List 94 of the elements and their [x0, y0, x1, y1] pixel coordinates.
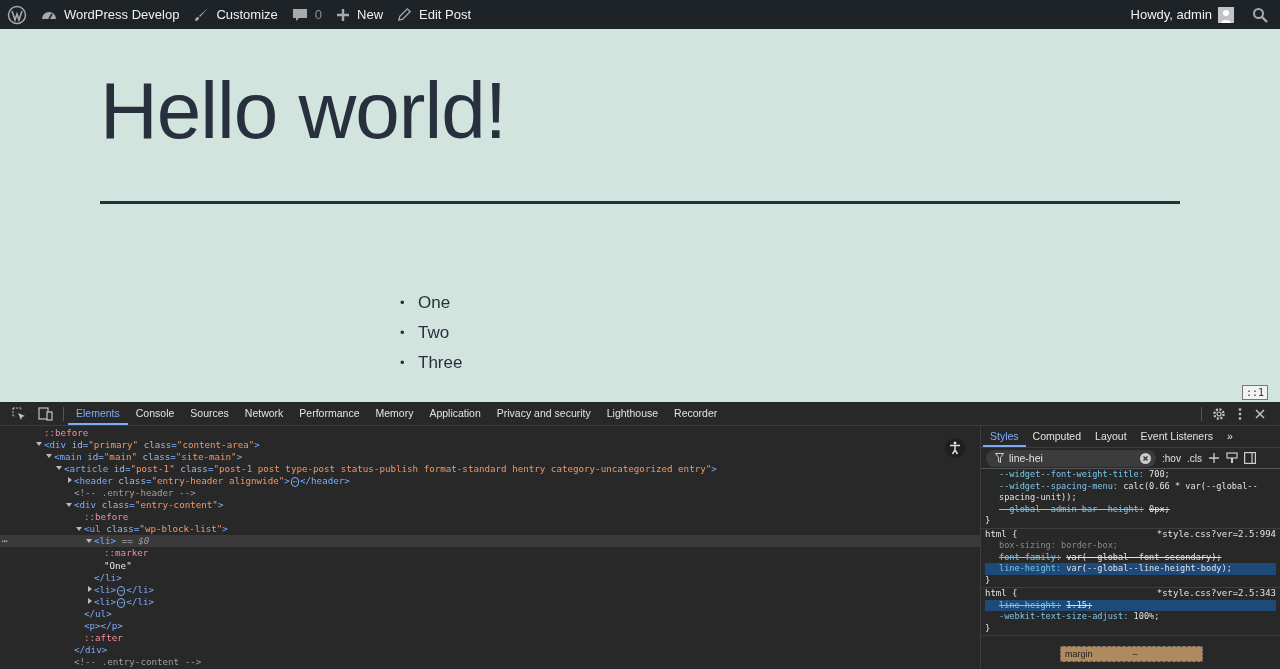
- margin-value: –: [1132, 649, 1138, 659]
- list-bullet: •: [400, 294, 406, 312]
- clear-icon[interactable]: [1140, 452, 1151, 464]
- source-link[interactable]: *style.css?ver=2.5:994: [1156, 528, 1276, 540]
- list-item: One: [418, 292, 451, 314]
- dom-node[interactable]: <div id="primary" class="content-area">: [44, 438, 260, 450]
- expand-toggle[interactable]: [68, 477, 72, 484]
- expand-toggle[interactable]: [76, 526, 82, 531]
- brush-icon: [193, 6, 210, 23]
- sidebar-tab[interactable]: Computed: [1025, 426, 1089, 447]
- dom-node[interactable]: <main id="main" class="site-main">: [54, 450, 243, 462]
- closing-tag[interactable]: </div>: [74, 644, 108, 656]
- admin-bar-link[interactable]: WordPress Develop: [41, 6, 180, 23]
- sidebar-tab[interactable]: Event Listeners: [1133, 426, 1220, 447]
- search-icon[interactable]: [1252, 6, 1268, 23]
- expand-toggle[interactable]: [88, 586, 92, 593]
- sidebar-tab[interactable]: Layout: [1088, 426, 1134, 447]
- class-button[interactable]: .cls: [1186, 452, 1202, 464]
- settings-icon[interactable]: [1212, 406, 1226, 421]
- rule-brace: }: [985, 515, 992, 527]
- admin-bar-link[interactable]: Edit Post: [397, 7, 472, 22]
- closing-tag[interactable]: </li>: [94, 571, 122, 583]
- dom-node[interactable]: <p></p>: [84, 620, 123, 632]
- dom-node[interactable]: ::after: [84, 632, 123, 644]
- css-selector: html {: [985, 588, 1018, 600]
- list-bullet: •: [400, 324, 406, 342]
- panel-tab[interactable]: Memory: [367, 402, 422, 425]
- panel-tab[interactable]: Privacy and security: [488, 402, 599, 425]
- dom-node[interactable]: ::before: [44, 426, 89, 438]
- list-item: Two: [418, 322, 450, 344]
- dom-node[interactable]: ::marker: [104, 547, 149, 559]
- dom-node[interactable]: <ul class="wp-block-list">: [84, 523, 228, 535]
- admin-bar-link[interactable]: New: [336, 7, 384, 22]
- filter-icon: [995, 453, 1004, 463]
- css-declaration[interactable]: line-height: var(--global--line-height-body);: [985, 563, 1276, 575]
- more-tabs-button[interactable]: »: [1219, 426, 1240, 447]
- expand-toggle[interactable]: [86, 538, 92, 543]
- speech-bubble-icon: [291, 6, 308, 23]
- close-icon[interactable]: [1254, 407, 1266, 420]
- dom-node[interactable]: ::before: [84, 511, 129, 523]
- sidebar-toggle-icon[interactable]: [1243, 452, 1256, 464]
- plus-icon: [336, 7, 351, 22]
- closing-tag[interactable]: </ul>: [84, 607, 112, 619]
- list-item: Three: [418, 352, 463, 374]
- dom-node[interactable]: "One": [104, 559, 132, 571]
- css-declaration[interactable]: -webkit-text-size-adjust: 100%;: [985, 611, 1276, 623]
- expand-toggle[interactable]: [56, 466, 62, 471]
- margin-label: margin: [1065, 649, 1093, 659]
- expand-toggle[interactable]: [36, 442, 42, 447]
- expand-toggle[interactable]: [46, 454, 52, 459]
- accessibility-icon[interactable]: [945, 438, 965, 458]
- post-title: Hello world!: [100, 67, 507, 155]
- panel-tab[interactable]: Performance: [291, 402, 368, 425]
- inspect-icon[interactable]: [12, 406, 26, 421]
- paint-roller-icon[interactable]: [1225, 452, 1238, 464]
- panel-tab[interactable]: Console: [127, 402, 183, 425]
- dom-node[interactable]: <!-- .entry-header -->: [74, 487, 196, 498]
- rule-brace: }: [985, 622, 992, 634]
- row-menu[interactable]: ⋯: [2, 535, 8, 546]
- more-options-icon[interactable]: [1238, 406, 1242, 421]
- dom-node[interactable]: <article id="post-1" class="post-1 post type-post status-publish format-standard hentry category-uncategorized entry">: [64, 462, 717, 474]
- account-link[interactable]: Howdy, admin: [1130, 7, 1212, 22]
- expand-toggle[interactable]: [66, 502, 72, 507]
- panel-tab[interactable]: Recorder: [666, 402, 726, 425]
- css-declaration[interactable]: --widget--spacing-menu: calc(0.66 * var(--global--spacing-unit));: [985, 480, 1276, 504]
- panel-tab[interactable]: Network: [236, 402, 292, 425]
- css-declaration[interactable]: font-family: var(--global--font-secondary);: [985, 551, 1276, 563]
- css-selector: html {: [985, 528, 1018, 540]
- css-declaration[interactable]: box-sizing: border-box;: [985, 540, 1276, 552]
- list-bullet: •: [400, 354, 406, 372]
- panel-tab[interactable]: Lighthouse: [598, 402, 667, 425]
- admin-bar-link[interactable]: 0: [291, 6, 323, 23]
- rule-brace: }: [985, 574, 992, 586]
- panel-tab[interactable]: Elements: [68, 402, 128, 425]
- dom-node[interactable]: <!-- .entry-content -->: [74, 656, 202, 668]
- css-declaration[interactable]: line-height: 1.15;: [985, 599, 1276, 611]
- sidebar-tab[interactable]: Styles: [983, 426, 1026, 447]
- dom-node[interactable]: <div class="entry-content">: [74, 499, 224, 511]
- filter-field[interactable]: line-hei: [986, 449, 1156, 467]
- plus-icon[interactable]: [1207, 452, 1220, 464]
- wordpress-logo-icon[interactable]: [7, 4, 27, 25]
- source-link[interactable]: *style.css?ver=2.5:343: [1156, 588, 1276, 600]
- element-badge: ::1: [1241, 385, 1268, 400]
- css-declaration[interactable]: --widget--font-weight-title: 700;: [985, 469, 1276, 481]
- panel-tab[interactable]: Sources: [182, 402, 237, 425]
- avatar-icon: [1218, 6, 1234, 23]
- hover-state-button[interactable]: :hov: [1162, 452, 1181, 464]
- admin-bar-link[interactable]: Customize: [193, 6, 278, 23]
- expand-toggle[interactable]: [88, 598, 92, 605]
- css-declaration[interactable]: --global--admin-bar--height: 0px;: [985, 503, 1276, 515]
- pencil-icon: [397, 7, 413, 22]
- device-icon[interactable]: [38, 406, 53, 421]
- panel-tab[interactable]: Application: [421, 402, 489, 425]
- dom-node[interactable]: <li> == $0: [94, 535, 150, 547]
